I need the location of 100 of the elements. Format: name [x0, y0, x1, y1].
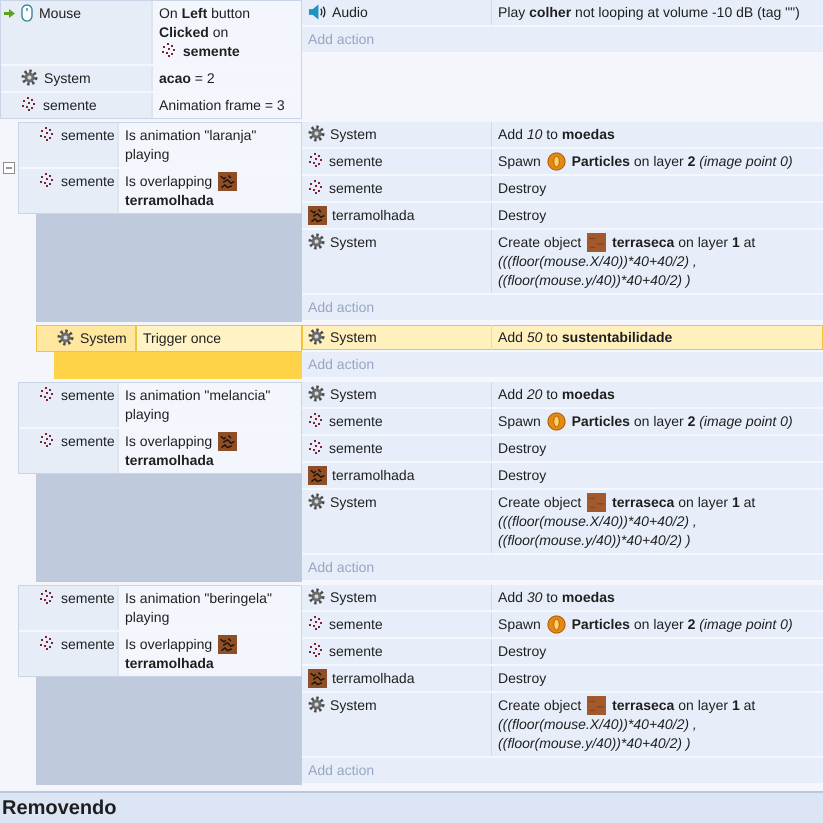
action-row[interactable]: System Create object terraseca on layer 1 at (((floor(mouse.X/40))*40+40/2) , ((floor(mouse.y/40))*40+40/2) ) — [302, 490, 823, 555]
sprite-icon — [39, 432, 55, 448]
coin-icon — [546, 412, 566, 431]
object-name: semente — [329, 642, 383, 661]
condition-row[interactable]: semente Is overlapping terramolhada — [19, 427, 301, 473]
action-row[interactable]: System Add 50 to sustentabilidade — [302, 325, 823, 352]
action-row[interactable]: System Create object terraseca on layer 1 at (((floor(mouse.X/40))*40+40/2) , ((floor(mouse.y/40))*40+40/2) ) — [302, 693, 823, 758]
action-text: Add 20 to moedas — [498, 385, 615, 404]
action-row[interactable]: terramolhada Destroy — [302, 666, 823, 693]
speaker-icon — [308, 3, 327, 21]
sprite-icon — [39, 386, 55, 402]
condition-text: Is overlapping — [125, 432, 212, 451]
action-row[interactable]: semente Spawn Particles on layer 2 (image point 0) — [302, 409, 823, 436]
condition-row[interactable]: semente Is animation "melancia" playing — [19, 383, 301, 427]
action-text: Destroy — [498, 439, 546, 458]
object-name: semente — [329, 152, 383, 171]
condition-row[interactable]: Mouse On Left button Clicked on semente — [1, 1, 301, 64]
action-text: Create object — [498, 696, 582, 715]
object-name: terramolhada — [332, 206, 414, 225]
object-name: terramolhada — [125, 654, 214, 673]
action-row[interactable]: semente Destroy — [302, 176, 823, 203]
action-row[interactable]: terramolhada Destroy — [302, 203, 823, 230]
condition-block[interactable]: semente Is animation "melancia" playing semente Is overlapping terramolhada — [18, 382, 302, 474]
soil-tile-icon — [308, 206, 327, 225]
action-text: Destroy — [498, 642, 546, 661]
action-text: Spawn — [498, 152, 541, 171]
object-name: System — [330, 696, 377, 715]
sprite-icon — [39, 172, 55, 188]
action-row[interactable]: semente Destroy — [302, 436, 823, 463]
action-row[interactable]: System Add 30 to moedas — [302, 585, 823, 612]
expression-text: (((floor(mouse.X/40))*40+40/2) , ((floor(mouse.y/40))*40+40/2) ) — [498, 513, 697, 548]
condition-row[interactable]: semente Animation frame = 3 — [1, 91, 301, 118]
object-name: semente — [61, 126, 115, 145]
sprite-icon — [308, 179, 324, 195]
sprite-icon — [21, 96, 37, 112]
condition-text: Animation frame = 3 — [159, 96, 285, 115]
action-row[interactable]: semente Spawn Particles on layer 2 (image point 0) — [302, 612, 823, 639]
object-name: semente — [61, 589, 115, 608]
sprite-icon — [39, 635, 55, 651]
condition-text: Is overlapping — [125, 635, 212, 654]
sprite-icon — [308, 615, 324, 631]
soil-tile-icon — [218, 635, 238, 654]
sprite-icon — [308, 642, 324, 658]
object-name: terramolhada — [332, 466, 414, 485]
gear-icon — [308, 588, 325, 605]
action-text: terraseca on layer 1 at — [612, 493, 756, 512]
condition-text: acao = 2 — [159, 69, 215, 88]
object-name: semente — [329, 412, 383, 431]
condition-row[interactable]: semente Is animation "beringela" playing — [19, 586, 301, 630]
action-text: Spawn — [498, 615, 541, 634]
mouse-icon — [21, 4, 33, 22]
action-row[interactable]: System Add 20 to moedas — [302, 382, 823, 409]
dirt-tile-icon — [587, 233, 606, 252]
action-row[interactable]: Audio Play colher not looping at volume -10 dB (tag "") — [302, 0, 823, 27]
condition-row[interactable]: System Trigger once — [37, 326, 301, 351]
object-name: System — [330, 233, 377, 252]
action-text: Create object — [498, 233, 582, 252]
trigger-arrow-icon — [4, 9, 15, 18]
action-row[interactable]: System Create object terraseca on layer 1 at (((floor(mouse.X/40))*40+40/2) , ((floor(mouse.y/40))*40+40/2) ) — [302, 230, 823, 295]
action-text: Destroy — [498, 466, 546, 485]
action-text: Play colher not looping at volume -10 dB (tag "") — [498, 3, 800, 22]
soil-tile-icon — [218, 172, 238, 191]
condition-row[interactable]: semente Is animation "laranja" playing — [19, 123, 301, 167]
action-text: Particles on layer 2 (image point 0) — [572, 152, 793, 171]
object-name: Mouse — [39, 4, 82, 23]
action-text: Add 50 to sustentabilidade — [498, 328, 672, 347]
object-name: semente — [329, 179, 383, 198]
object-name: System — [330, 385, 377, 404]
gear-icon — [21, 69, 38, 86]
object-name: semente — [61, 172, 115, 191]
action-text: Spawn — [498, 412, 541, 431]
dirt-tile-icon — [587, 696, 606, 715]
gear-icon — [308, 493, 325, 510]
action-row[interactable]: semente Spawn Particles on layer 2 (image point 0) — [302, 149, 823, 176]
action-row[interactable]: semente Destroy — [302, 639, 823, 666]
object-name: semente — [61, 635, 115, 654]
condition-row[interactable]: System acao = 2 — [1, 64, 301, 91]
condition-text: Is animation "melancia" playing — [125, 386, 272, 424]
expression-text: (((floor(mouse.X/40))*40+40/2) , ((floor(mouse.y/40))*40+40/2) ) — [498, 716, 697, 751]
condition-row[interactable]: semente Is overlapping terramolhada — [19, 167, 301, 213]
collapse-toggle[interactable] — [3, 162, 15, 174]
object-name: System — [330, 493, 377, 512]
action-row[interactable]: System Add 10 to moedas — [302, 122, 823, 149]
gear-icon — [308, 696, 325, 713]
object-name: System — [80, 329, 127, 348]
condition-text: Is animation "beringela" playing — [125, 589, 273, 627]
sprite-icon — [308, 439, 324, 455]
object-name: semente — [329, 615, 383, 634]
object-name: System — [330, 125, 377, 144]
condition-text: Is overlapping — [125, 172, 212, 191]
action-row[interactable]: terramolhada Destroy — [302, 463, 823, 490]
condition-block[interactable]: semente Is animation "beringela" playing semente Is overlapping terramolhada — [18, 585, 302, 677]
object-name: semente — [61, 386, 115, 405]
object-name: System — [44, 69, 91, 88]
object-name: Audio — [332, 3, 368, 22]
condition-block[interactable]: semente Is animation "laranja" playing semente Is overlapping terramolhada — [18, 122, 302, 214]
group-header[interactable]: Removendo — [0, 791, 823, 823]
action-text: Add 10 to moedas — [498, 125, 615, 144]
object-name: System — [330, 588, 377, 607]
condition-row[interactable]: semente Is overlapping terramolhada — [19, 630, 301, 676]
